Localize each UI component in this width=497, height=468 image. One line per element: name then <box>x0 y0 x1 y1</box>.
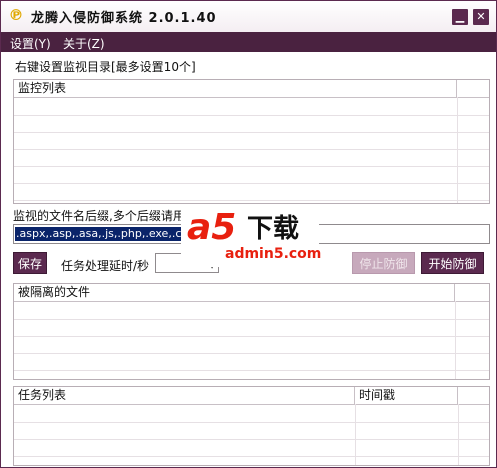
monitor-list[interactable]: 监控列表 <box>13 79 490 204</box>
menu-about[interactable]: 关于(Z) <box>63 35 105 52</box>
start-defense-button[interactable]: 开始防御 <box>421 252 484 274</box>
app-window: ℗ 龙腾入侵防御系统 2.0.1.40 ▁ ✕ 设置(Y) 关于(Z) 右键设置… <box>0 0 497 468</box>
close-icon: ✕ <box>476 10 486 23</box>
app-logo-icon: ℗ <box>8 6 24 24</box>
suffix-input-value: .aspx,.asp,.asa,.js,.php,.exe,.co <box>15 227 181 241</box>
stop-defense-button[interactable]: 停止防御 <box>352 252 415 274</box>
monitor-hint: 右键设置监视目录[最多设置10个] <box>15 60 196 74</box>
main-content: 右键设置监视目录[最多设置10个] 监控列表 监视的文件名后缀,多个后缀请用 .… <box>1 52 496 467</box>
quarantine-list-header: 被隔离的文件 <box>14 284 489 302</box>
watermark-brand: a5 <box>187 207 237 248</box>
save-button[interactable]: 保存 <box>13 252 47 274</box>
title-bar[interactable]: ℗ 龙腾入侵防御系统 2.0.1.40 ▁ ✕ <box>1 1 496 32</box>
close-button[interactable]: ✕ <box>473 9 489 25</box>
task-list-column[interactable]: 任务列表 <box>14 387 355 404</box>
minimize-button[interactable]: ▁ <box>452 9 468 25</box>
quarantine-list-column[interactable]: 被隔离的文件 <box>14 284 455 301</box>
monitor-list-header: 监控列表 <box>14 80 489 98</box>
monitor-list-column[interactable]: 监控列表 <box>14 80 457 97</box>
watermark-logo: a5 下载 admin5.com <box>181 206 322 267</box>
timestamp-column[interactable]: 时间戳 <box>355 387 458 404</box>
minimize-icon: ▁ <box>455 10 465 23</box>
suffix-label: 监视的文件名后缀,多个后缀请用 <box>13 209 185 223</box>
menu-settings[interactable]: 设置(Y) <box>10 35 51 52</box>
task-list[interactable]: 任务列表 时间戳 <box>13 386 490 466</box>
task-list-header: 任务列表 时间戳 <box>14 387 489 405</box>
watermark-url: admin5.com <box>225 246 322 262</box>
delay-label: 任务处理延时/秒 <box>61 259 150 273</box>
window-title: 龙腾入侵防御系统 2.0.1.40 <box>31 11 217 26</box>
watermark-download-text: 下载 <box>247 214 300 244</box>
menu-bar: 设置(Y) 关于(Z) <box>1 32 496 52</box>
quarantine-list[interactable]: 被隔离的文件 <box>13 283 490 380</box>
